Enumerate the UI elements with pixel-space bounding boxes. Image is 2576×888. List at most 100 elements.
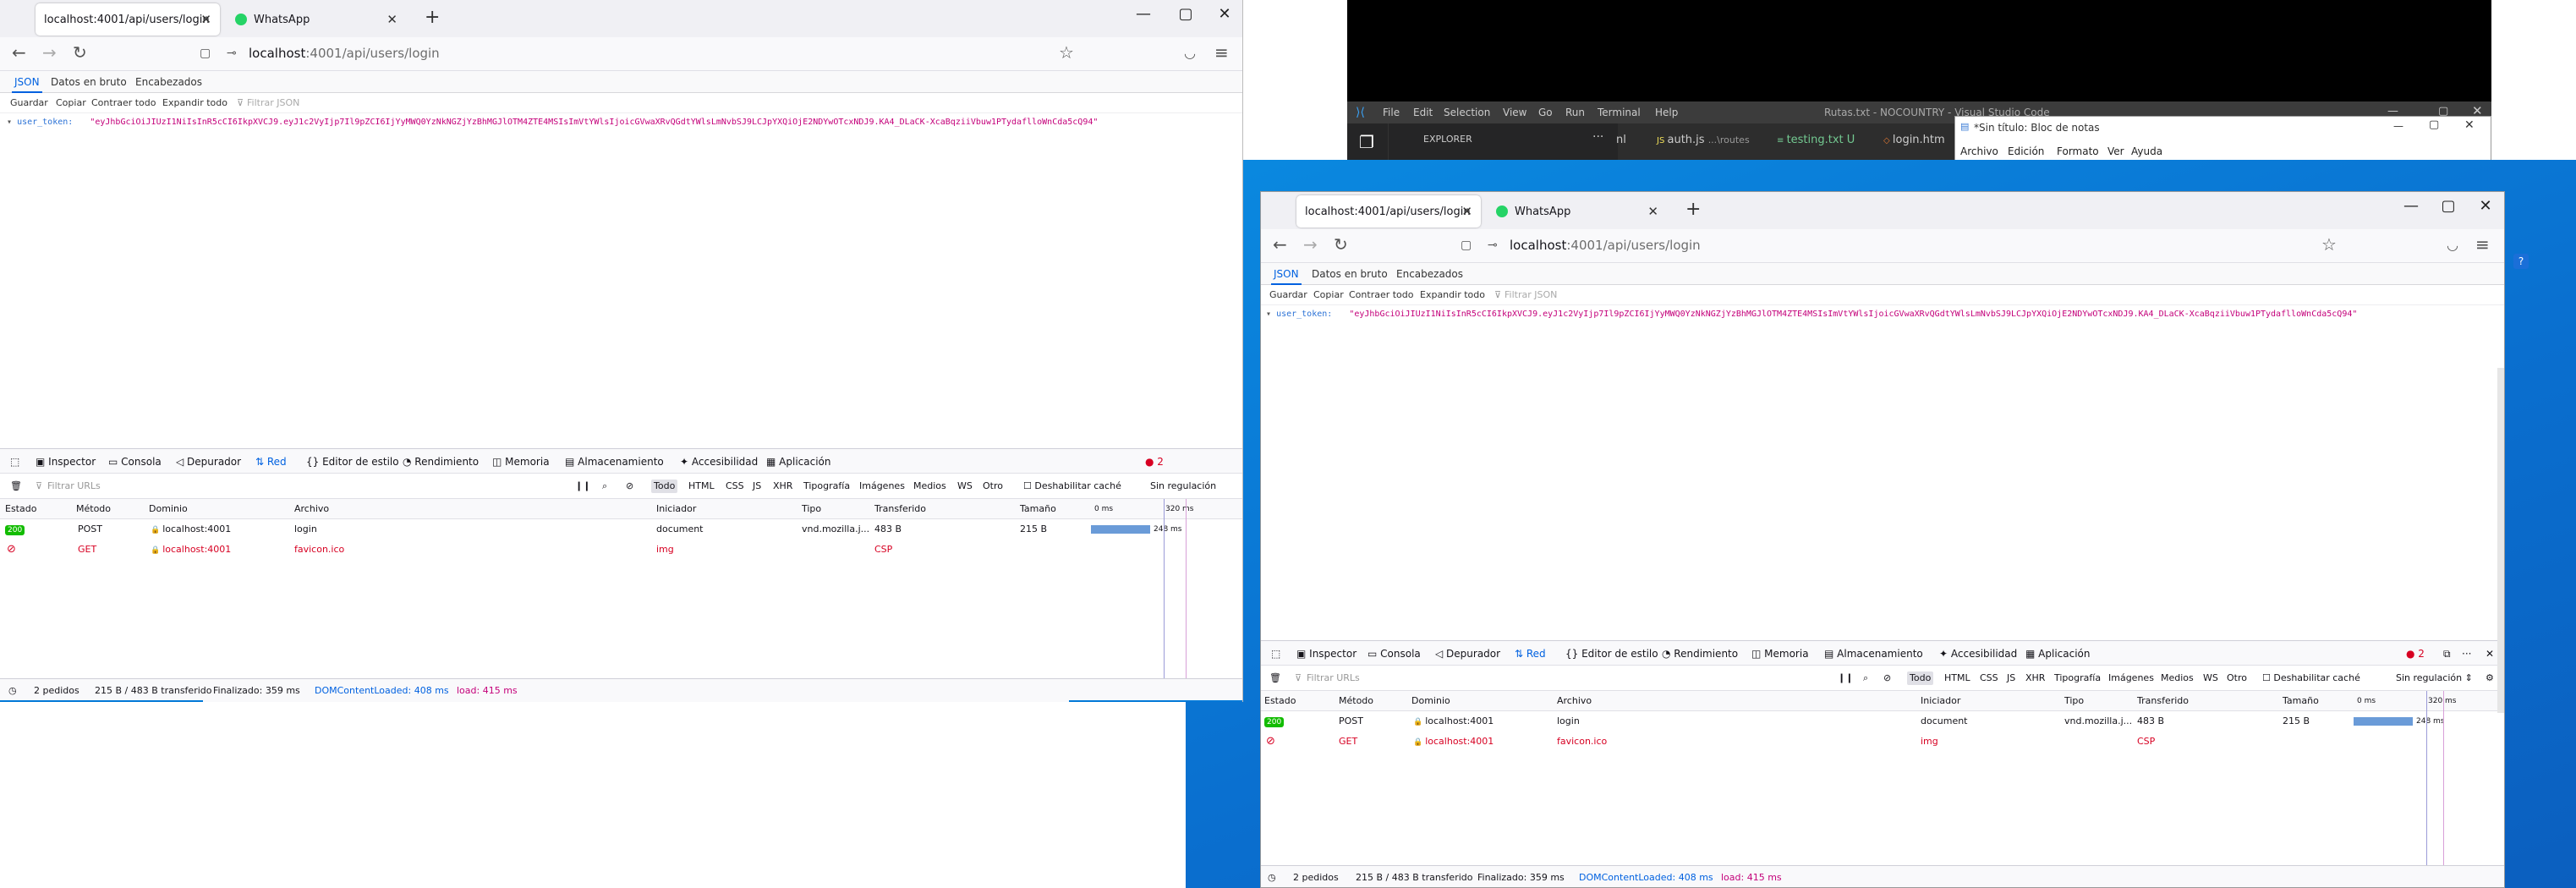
new-tab-icon[interactable]: + [425,7,440,28]
type-filter-fonts[interactable]: Tipografía [803,474,850,499]
col-size[interactable]: Tamaño [2283,691,2319,711]
desktop-help-icon[interactable]: ? [2513,254,2529,269]
devtools-tab-inspector[interactable]: ▣ Inspector [36,449,96,474]
devtools-scrollbar[interactable] [2497,368,2504,713]
pocket-icon[interactable]: ◡ [1184,45,1196,61]
bookmark-star-icon[interactable]: ☆ [2321,234,2337,255]
vscode-menu-help[interactable]: Help [1655,107,1678,118]
permissions-icon[interactable]: ⊸ [1488,238,1498,252]
type-filter-html[interactable]: HTML [688,474,715,499]
permissions-icon[interactable]: ⊸ [227,47,237,60]
minimize-icon[interactable]: — [1126,5,1160,23]
json-row[interactable]: ▾ user_token: "eyJhbGciOiJIUzI1NiIsInR5c… [7,118,1098,127]
devtools-tab-debugger[interactable]: ◁ Depurador [176,449,241,474]
json-row[interactable]: ▾ user_token: "eyJhbGciOiJIUzI1NiIsInR5c… [1266,310,2357,319]
devtools-tab-style-editor[interactable]: {} Editor de estilo [306,449,399,474]
json-collapse-button[interactable]: Contraer todo [91,93,156,113]
back-icon[interactable]: ← [1273,234,1287,255]
explorer-more-icon[interactable]: ··· [1592,130,1603,144]
notepad-menu-ayuda[interactable]: Ayuda [2131,145,2162,157]
col-file[interactable]: Archivo [1557,691,1592,711]
expand-arrow-icon[interactable]: ▾ [7,118,12,127]
json-collapse-button[interactable]: Contraer todo [1349,285,1414,305]
col-transferred[interactable]: Transferido [2137,691,2189,711]
col-initiator[interactable]: Iniciador [656,499,696,519]
tab-whatsapp[interactable]: WhatsApp ✕ [1488,195,1667,227]
type-filter-ws[interactable]: WS [957,474,973,499]
pick-element-icon[interactable]: ⬚ [10,449,19,474]
error-badge[interactable]: ● 2 [1145,449,1164,474]
clear-log-icon[interactable]: 🗑 [1269,666,1281,691]
type-filter-css[interactable]: CSS [726,474,744,499]
type-filter-other[interactable]: Otro [2227,666,2247,691]
page-info-icon[interactable]: ▢ [1461,238,1472,252]
devtools-close-icon[interactable]: ✕ [2486,641,2494,666]
type-filter-css[interactable]: CSS [1980,666,1998,691]
filter-urls-input[interactable]: Filtrar URLs [47,474,101,499]
col-transferred[interactable]: Transferido [874,499,926,519]
table-row[interactable]: ⊘ GET 🔒 localhost:4001 favicon.ico img CS… [0,540,1242,560]
menu-hamburger-icon[interactable]: ≡ [2475,234,2490,255]
devtools-tab-application[interactable]: ▦ Aplicación [766,449,830,474]
back-icon[interactable]: ← [12,42,26,63]
devtools-tab-console[interactable]: ▭ Consola [1367,641,1421,666]
col-initiator[interactable]: Iniciador [1921,691,1960,711]
devtools-tab-network[interactable]: ⇅ Red [1515,641,1546,668]
json-save-button[interactable]: Guardar [1269,285,1307,305]
editor-tab-testing[interactable]: ≡ testing.txt U [1777,134,1855,146]
type-filter-all[interactable]: Todo [1907,671,1934,685]
col-status[interactable]: Estado [5,499,36,519]
devtools-tab-accessibility[interactable]: ✦ Accesibilidad [680,449,758,474]
json-save-button[interactable]: Guardar [10,93,48,113]
view-tab-json[interactable]: JSON [12,71,42,93]
devtools-tab-style-editor[interactable]: {} Editor de estilo [1565,641,1658,666]
maximize-icon[interactable]: ▢ [1169,5,1203,23]
url-field[interactable]: localhost:4001/api/users/login [1510,238,1701,253]
vscode-menu-go[interactable]: Go [1538,107,1553,118]
devtools-tab-console[interactable]: ▭ Consola [108,449,162,474]
col-domain[interactable]: Dominio [149,499,188,519]
devtools-tab-memory[interactable]: ◫ Memoria [1751,641,1809,666]
forward-icon[interactable]: → [1303,234,1318,255]
devtools-tab-performance[interactable]: ◔ Rendimiento [403,449,479,474]
bookmark-star-icon[interactable]: ☆ [1059,42,1074,63]
search-icon[interactable]: ⌕ [1863,666,1868,691]
tab-login[interactable]: localhost:4001/api/users/login ✕ [1296,195,1481,227]
block-icon[interactable]: ⊘ [626,474,633,499]
throttling-select[interactable]: Sin regulación [1150,474,1216,499]
vscode-menu-edit[interactable]: Edit [1413,107,1433,118]
search-icon[interactable]: ⌕ [602,474,607,499]
disable-cache-checkbox[interactable]: ☐ Deshabilitar caché [2262,666,2360,691]
devtools-tab-debugger[interactable]: ◁ Depurador [1435,641,1500,666]
menu-hamburger-icon[interactable]: ≡ [1214,42,1229,63]
devtools-tab-application[interactable]: ▦ Aplicación [2025,641,2090,666]
explorer-files-icon[interactable]: ❐ [1359,132,1374,152]
col-method[interactable]: Método [1339,691,1373,711]
devtools-more-icon[interactable]: ··· [2462,641,2471,666]
view-tab-headers[interactable]: Encabezados [135,71,202,93]
notepad-menu-ver[interactable]: Ver [2107,145,2124,157]
table-row[interactable]: ⊘ GET 🔒 localhost:4001 favicon.ico img CS… [1261,732,2504,752]
type-filter-js[interactable]: JS [753,474,761,499]
error-badge[interactable]: ● 2 [2406,641,2425,666]
disable-cache-checkbox[interactable]: ☐ Deshabilitar caché [1023,474,1121,499]
notepad-maximize-icon[interactable]: ▢ [2429,118,2439,131]
json-copy-button[interactable]: Copiar [56,93,86,113]
col-size[interactable]: Tamaño [1020,499,1056,519]
notepad-menu-archivo[interactable]: Archivo [1960,145,1998,157]
vscode-menu-selection[interactable]: Selection [1444,107,1490,118]
forward-icon[interactable]: → [42,42,57,63]
json-expand-button[interactable]: Expandir todo [162,93,227,113]
view-tab-raw[interactable]: Datos en bruto [1312,263,1388,285]
reload-icon[interactable]: ↻ [73,42,87,63]
type-filter-fonts[interactable]: Tipografía [2054,666,2101,691]
type-filter-xhr[interactable]: XHR [773,474,792,499]
table-row[interactable]: 200 POST 🔒 localhost:4001 login document … [0,519,1242,540]
notepad-menu-edicion[interactable]: Edición [2008,145,2044,157]
view-tab-json[interactable]: JSON [1271,263,1302,285]
pause-icon[interactable]: ❙❙ [1838,666,1853,691]
tab-close-icon[interactable]: ✕ [386,12,397,27]
notepad-menu-formato[interactable]: Formato [2057,145,2099,157]
devtools-tab-performance[interactable]: ◔ Rendimiento [1662,641,1738,666]
expand-arrow-icon[interactable]: ▾ [1266,310,1271,319]
